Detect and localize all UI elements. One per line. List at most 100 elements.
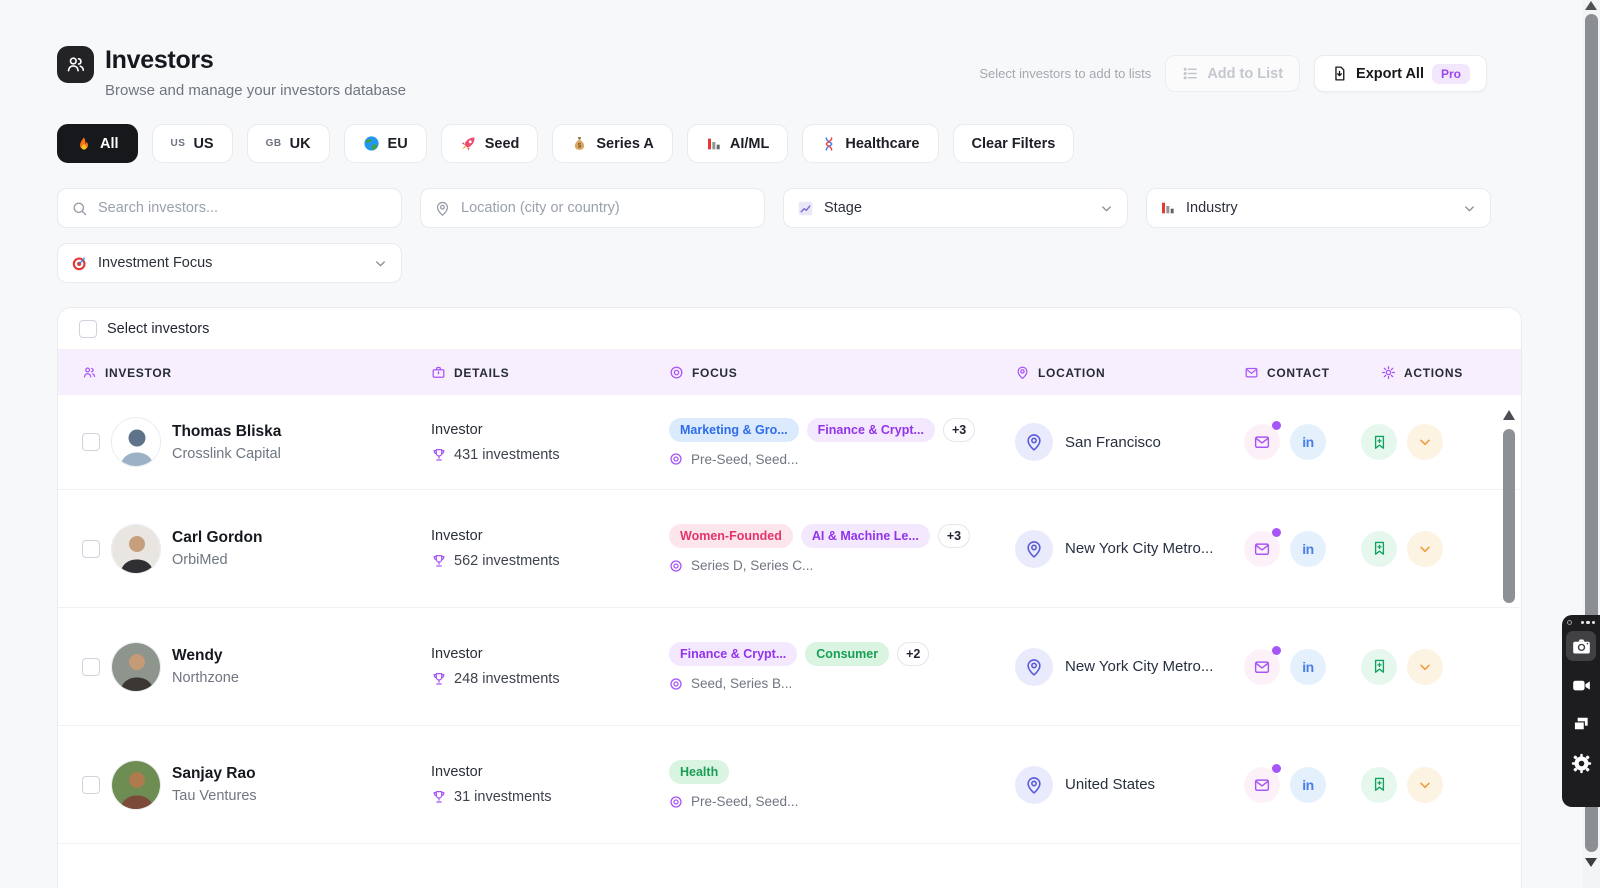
search-investors-field[interactable] [57, 188, 402, 228]
gear-icon [1571, 753, 1592, 774]
location-pin-icon [1024, 657, 1044, 677]
trophy-icon [431, 553, 447, 569]
location-field[interactable] [420, 188, 765, 228]
chip-label: Series A [596, 136, 654, 152]
filter-chip-all[interactable]: All [57, 124, 138, 163]
filter-chip-healthcare[interactable]: Healthcare [802, 124, 938, 163]
investor-location: San Francisco [1065, 434, 1161, 451]
investor-name: Wendy [172, 647, 239, 665]
focus-tag[interactable]: Women-Founded [669, 524, 793, 548]
email-button[interactable] [1244, 424, 1280, 460]
table-scrollbar[interactable] [1502, 398, 1516, 888]
quick-filter-chips: All US US GB UK EU Seed $ Series A AI/ML… [57, 124, 1074, 163]
screenshot-tool-button[interactable] [1566, 631, 1596, 661]
scroll-up-arrow[interactable] [1585, 1, 1597, 10]
investment-focus-dropdown[interactable]: Investment Focus [57, 243, 402, 283]
focus-tag[interactable]: Health [669, 760, 729, 784]
save-to-list-button[interactable] [1361, 649, 1397, 685]
investor-location: United States [1065, 776, 1155, 793]
search-input[interactable] [98, 200, 388, 216]
focus-tag[interactable]: AI & Machine Le... [801, 524, 930, 548]
expand-row-button[interactable] [1407, 649, 1443, 685]
focus-tag[interactable]: Marketing & Gro... [669, 418, 799, 442]
more-options-icon[interactable] [1581, 621, 1596, 625]
scroll-up-arrow[interactable] [1503, 410, 1515, 420]
record-video-button[interactable] [1566, 670, 1596, 700]
mail-icon [1253, 540, 1271, 558]
filter-chip-eu[interactable]: EU [344, 124, 427, 163]
save-to-list-button[interactable] [1361, 767, 1397, 803]
location-input[interactable] [461, 200, 751, 216]
chip-label: US [193, 136, 213, 152]
linkedin-button[interactable]: in [1290, 767, 1326, 803]
location-badge [1015, 530, 1053, 568]
add-to-list-button[interactable]: Add to List [1165, 55, 1300, 92]
table-row-partial [58, 844, 1521, 888]
pro-badge: Pro [1432, 64, 1470, 84]
expand-row-button[interactable] [1407, 531, 1443, 567]
table-row[interactable]: Sanjay Rao Tau Ventures Investor 31 inve… [58, 726, 1521, 844]
investment-count: 431 investments [454, 447, 560, 463]
column-header-focus[interactable]: FOCUS [669, 365, 1015, 380]
export-all-button[interactable]: Export All Pro [1314, 55, 1487, 92]
expand-row-button[interactable] [1407, 767, 1443, 803]
table-row[interactable]: Thomas Bliska Crosslink Capital Investor… [58, 395, 1521, 490]
stage-dropdown[interactable]: Stage [783, 188, 1128, 228]
more-tags-badge[interactable]: +2 [897, 642, 929, 666]
filter-chip-uk[interactable]: GB UK [247, 124, 330, 163]
table-row[interactable]: Carl Gordon OrbiMed Investor 562 investm… [58, 490, 1521, 608]
column-header-contact[interactable]: CONTACT [1244, 365, 1361, 380]
expand-row-button[interactable] [1407, 424, 1443, 460]
target-rings-icon [669, 365, 684, 380]
focus-tag[interactable]: Consumer [805, 642, 889, 666]
export-all-label: Export All [1356, 66, 1424, 82]
focus-tag[interactable]: Finance & Crypt... [669, 642, 797, 666]
clear-filters-button[interactable]: Clear Filters [953, 124, 1075, 163]
linkedin-button[interactable]: in [1290, 424, 1326, 460]
notification-dot [1272, 528, 1281, 537]
row-checkbox[interactable] [82, 776, 100, 794]
filter-chip-series-a[interactable]: $ Series A [552, 124, 673, 163]
linkedin-button[interactable]: in [1290, 649, 1326, 685]
focus-tag[interactable]: Finance & Crypt... [807, 418, 935, 442]
industry-dropdown[interactable]: Industry [1146, 188, 1491, 228]
briefcase-icon [431, 365, 446, 380]
column-header-location[interactable]: LOCATION [1015, 365, 1244, 380]
column-header-investor[interactable]: INVESTOR [82, 365, 431, 380]
add-to-list-label: Add to List [1207, 66, 1283, 82]
avatar [111, 417, 161, 467]
investor-company: OrbiMed [172, 552, 262, 568]
save-to-list-button[interactable] [1361, 424, 1397, 460]
location-pin-icon [1015, 365, 1030, 380]
select-all-checkbox[interactable] [79, 320, 97, 338]
investment-count: 562 investments [454, 553, 560, 569]
more-tags-badge[interactable]: +3 [943, 418, 975, 442]
column-header-details[interactable]: DETAILS [431, 365, 669, 380]
notification-dot [1272, 764, 1281, 773]
scroll-down-arrow[interactable] [1585, 858, 1597, 867]
more-tags-badge[interactable]: +3 [938, 524, 970, 548]
linkedin-button[interactable]: in [1290, 531, 1326, 567]
search-icon [71, 200, 88, 217]
gear-icon [1381, 365, 1396, 380]
row-checkbox[interactable] [82, 433, 100, 451]
row-checkbox[interactable] [82, 540, 100, 558]
row-checkbox[interactable] [82, 658, 100, 676]
email-button[interactable] [1244, 531, 1280, 567]
table-scrollbar-thumb[interactable] [1503, 429, 1515, 603]
capture-window-button[interactable] [1566, 709, 1596, 739]
column-header-actions[interactable]: ACTIONS [1361, 365, 1521, 380]
filter-chip-aiml[interactable]: AI/ML [687, 124, 788, 163]
table-row[interactable]: Wendy Northzone Investor 248 investments… [58, 608, 1521, 726]
linkedin-icon: in [1302, 434, 1313, 450]
filter-chip-us[interactable]: US US [152, 124, 233, 163]
filter-chip-seed[interactable]: Seed [441, 124, 539, 163]
capture-toolbar [1562, 615, 1600, 807]
email-button[interactable] [1244, 649, 1280, 685]
email-button[interactable] [1244, 767, 1280, 803]
filter-inputs-row-2: Investment Focus [57, 243, 402, 283]
record-dot-icon[interactable] [1567, 620, 1572, 625]
save-to-list-button[interactable] [1361, 531, 1397, 567]
investor-location: New York City Metro... [1065, 658, 1213, 675]
settings-button[interactable] [1566, 748, 1596, 778]
